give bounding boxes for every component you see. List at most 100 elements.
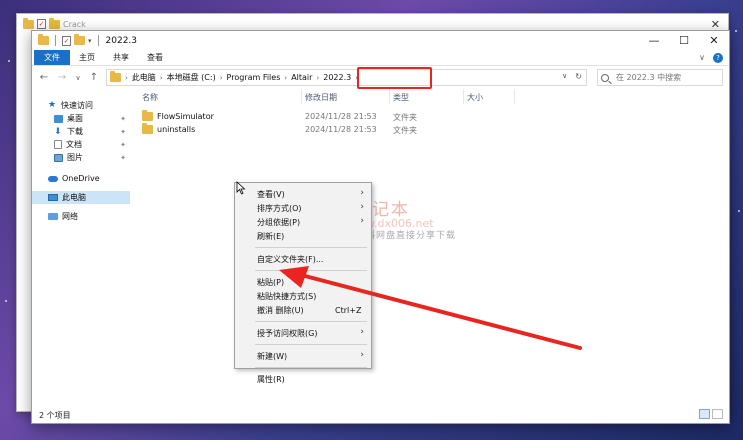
tab-share[interactable]: 共享 [104, 50, 138, 65]
document-icon [54, 140, 62, 149]
search-input[interactable]: 在 2022.3 中搜索 [597, 69, 723, 86]
back-button[interactable]: ← [38, 72, 50, 83]
sidebar-item-label: 下载 [67, 127, 83, 136]
properties-icon[interactable]: ✓ [62, 35, 71, 46]
star-icon: ★ [48, 100, 57, 110]
pin-icon[interactable]: ✦ [120, 154, 126, 162]
sidebar-item-label: 桌面 [67, 114, 83, 123]
status-bar: 2 个项目 [32, 407, 729, 423]
pictures-icon [54, 153, 63, 162]
mouse-cursor-icon [236, 181, 246, 195]
pin-icon[interactable]: ✦ [120, 128, 126, 136]
close-button[interactable]: ✕ [699, 31, 729, 50]
menu-item-sort-by[interactable]: 排序方式(O) › [235, 201, 371, 215]
explorer-window[interactable]: ✓ ▾ 2022.3 — ☐ ✕ 文件 主页 共享 查看 ∨ ? ← → ∨ ↑… [31, 30, 730, 424]
onedrive-icon [48, 175, 58, 182]
details-view-button[interactable] [699, 409, 710, 419]
sidebar-item-downloads[interactable]: ⬇ 下载 ✦ [32, 125, 130, 138]
chevron-right-icon: › [360, 202, 364, 212]
search-icon [601, 73, 609, 82]
menu-item-label: 分组依据(P) [257, 217, 301, 227]
sidebar-item-label: 图片 [67, 153, 83, 162]
divider[interactable] [514, 89, 515, 104]
titlebar[interactable]: ✓ ▾ 2022.3 — ☐ ✕ [32, 31, 729, 50]
red-arrow-annotation [279, 266, 582, 350]
search-placeholder: 在 2022.3 中搜索 [616, 73, 682, 82]
item-count: 2 个项目 [39, 410, 71, 420]
download-icon: ⬇ [54, 126, 62, 137]
ribbon-expand-icon[interactable]: ∨ [699, 50, 713, 65]
menu-item-refresh[interactable]: 刷新(E) [235, 229, 371, 243]
tab-view[interactable]: 查看 [138, 50, 172, 65]
sidebar-item-onedrive[interactable]: OneDrive [32, 172, 130, 185]
network-icon [48, 213, 58, 220]
column-header-modified[interactable]: 修改日期 [305, 92, 337, 103]
this-pc-icon [48, 194, 58, 201]
wallpaper-star [8, 60, 10, 62]
breadcrumb-local-disk[interactable]: 本地磁盘 (C:) [164, 72, 219, 83]
file-name-cell: uninstalls [142, 123, 196, 134]
column-header-name[interactable]: 名称 [142, 92, 158, 103]
refresh-icon[interactable]: ↻ [575, 72, 582, 81]
sidebar-item-network[interactable]: 网络 [32, 210, 130, 223]
sidebar-item-desktop[interactable]: 桌面 ✦ [32, 112, 130, 125]
minimize-button[interactable]: — [639, 31, 669, 50]
file-type: 文件夹 [393, 113, 417, 122]
sidebar-item-documents[interactable]: 文档 ✦ [32, 138, 130, 151]
forward-button[interactable]: → [56, 72, 68, 83]
wallpaper-star [738, 210, 740, 212]
menu-item-label: 属性(R) [257, 374, 285, 384]
file-name: uninstalls [157, 125, 196, 134]
up-button[interactable]: ↑ [88, 72, 100, 83]
tab-home[interactable]: 主页 [70, 50, 104, 65]
red-highlight-annotation [357, 67, 432, 89]
menu-item-group-by[interactable]: 分组依据(P) › [235, 215, 371, 229]
file-name: FlowSimulator [157, 112, 214, 121]
pin-icon[interactable]: ✦ [120, 141, 126, 149]
column-header-size[interactable]: 大小 [467, 92, 483, 103]
breadcrumb-2022-3[interactable]: 2022.3 [320, 73, 354, 82]
menu-item-label: 排序方式(O) [257, 203, 302, 213]
maximize-button[interactable]: ☐ [669, 31, 699, 50]
pin-icon[interactable]: ✦ [120, 115, 126, 123]
menu-item-label: 查看(V) [257, 189, 285, 199]
properties-icon: ✓ [37, 19, 46, 29]
file-modified: 2024/11/28 21:53 [305, 125, 377, 134]
menu-item-label: 刷新(E) [257, 231, 285, 241]
sidebar-item-pictures[interactable]: 图片 ✦ [32, 151, 130, 164]
breadcrumb-altair[interactable]: Altair [288, 73, 315, 82]
ribbon-tabs: 文件 主页 共享 查看 ∨ ? [32, 50, 729, 66]
column-headers: 名称 修改日期 类型 大小 [131, 89, 729, 104]
navigation-bar: ← → ∨ ↑ › 此电脑 › 本地磁盘 (C:) › Program File… [32, 66, 729, 89]
file-list[interactable]: 名称 修改日期 类型 大小 FlowSimulator 2024/11/28 2… [131, 89, 729, 407]
sidebar-item-label: OneDrive [62, 174, 100, 183]
sidebar-item-this-pc[interactable]: 此电脑 [32, 191, 130, 204]
recent-locations-button[interactable]: ∨ [74, 74, 82, 82]
menu-item-properties[interactable]: 属性(R) [235, 372, 371, 386]
qat-dropdown-icon[interactable]: ▾ [88, 37, 92, 45]
large-icons-view-button[interactable] [712, 409, 723, 419]
sidebar-item-label: 快速访问 [61, 101, 93, 110]
divider [255, 247, 367, 248]
menu-item-view[interactable]: 查看(V) › [235, 187, 371, 201]
file-type: 文件夹 [393, 126, 417, 135]
window-controls: — ☐ ✕ [639, 31, 729, 50]
column-header-type[interactable]: 类型 [393, 92, 409, 103]
divider[interactable] [301, 89, 302, 104]
address-dropdown-icon[interactable]: ∨ [562, 72, 567, 81]
chevron-right-icon: › [360, 188, 364, 198]
table-row[interactable]: uninstalls 2024/11/28 21:53 文件夹 [131, 123, 729, 136]
new-folder-icon[interactable] [74, 34, 85, 45]
divider[interactable] [463, 89, 464, 104]
wallpaper-star [735, 30, 737, 32]
back-window-title: Crack [63, 19, 86, 29]
sidebar-item-quick-access[interactable]: ★ 快速访问 [32, 99, 130, 112]
breadcrumb-this-pc[interactable]: 此电脑 [129, 72, 159, 83]
tab-file[interactable]: 文件 [34, 50, 70, 65]
breadcrumb-program-files[interactable]: Program Files [224, 73, 284, 82]
table-row[interactable]: FlowSimulator 2024/11/28 21:53 文件夹 [131, 110, 729, 123]
address-bar[interactable]: › 此电脑 › 本地磁盘 (C:) › Program Files › Alta… [106, 67, 587, 89]
menu-item-label: 新建(W) [257, 351, 288, 361]
help-icon[interactable]: ? [713, 52, 723, 63]
divider[interactable] [389, 89, 390, 104]
